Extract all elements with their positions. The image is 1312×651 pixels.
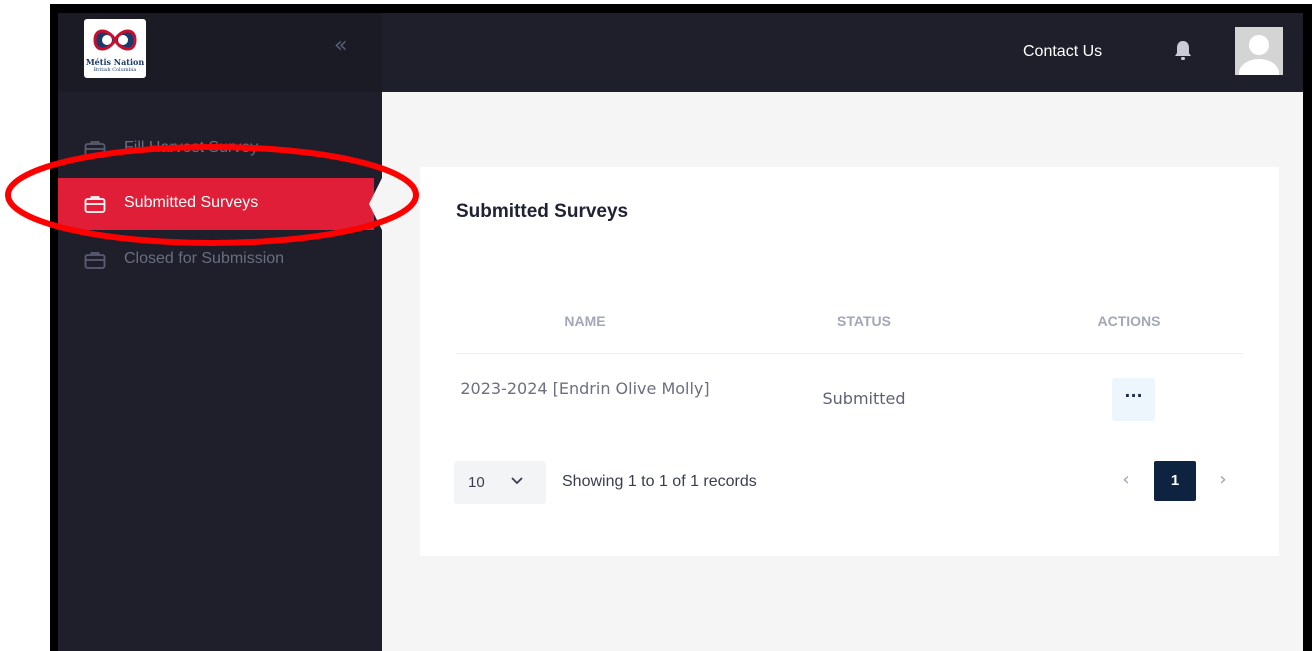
column-header-name[interactable]: NAME bbox=[456, 313, 714, 329]
sidebar: Fill Harvest Survey Submitted Surveys Cl… bbox=[58, 92, 382, 651]
app-window: Métis Nation British Columbia « Contact … bbox=[58, 13, 1303, 651]
logo-title: Métis Nation bbox=[85, 57, 145, 67]
briefcase-icon bbox=[84, 141, 106, 158]
sidebar-item-label: Fill Harvest Survey bbox=[124, 139, 259, 156]
survey-name-cell: 2023-2024 [Endrin Olive Molly] bbox=[460, 379, 710, 398]
chevron-left-icon[interactable]: ‹ bbox=[1116, 469, 1136, 493]
sidebar-item-label: Submitted Surveys bbox=[124, 194, 259, 211]
contact-us-link[interactable]: Contact Us bbox=[1023, 43, 1102, 61]
briefcase-icon bbox=[84, 252, 106, 269]
active-indicator-arrow bbox=[369, 178, 382, 230]
bell-icon[interactable] bbox=[1174, 39, 1192, 61]
header-brand-area: Métis Nation British Columbia « bbox=[58, 13, 382, 92]
submitted-surveys-card: Submitted Surveys NAME STATUS ACTIONS 20… bbox=[420, 167, 1279, 556]
user-avatar[interactable] bbox=[1235, 27, 1283, 75]
column-header-status[interactable]: STATUS bbox=[714, 313, 1014, 329]
chevron-down-icon bbox=[511, 477, 523, 485]
row-actions-menu-button[interactable]: ··· bbox=[1112, 378, 1155, 421]
survey-status-cell: Submitted bbox=[822, 389, 906, 408]
sidebar-item-closed-for-submission[interactable]: Closed for Submission bbox=[58, 234, 382, 286]
briefcase-icon bbox=[84, 196, 106, 213]
top-header: Métis Nation British Columbia « Contact … bbox=[58, 13, 1303, 92]
metis-nation-logo[interactable]: Métis Nation British Columbia bbox=[84, 19, 146, 78]
page-button-current[interactable]: 1 bbox=[1154, 461, 1196, 501]
page-title: Submitted Surveys bbox=[456, 201, 629, 222]
page-size-select[interactable]: 10 bbox=[454, 461, 546, 504]
page-size-value: 10 bbox=[468, 474, 485, 491]
chevron-right-icon[interactable]: › bbox=[1213, 469, 1233, 493]
sidebar-item-submitted-surveys[interactable]: Submitted Surveys bbox=[58, 178, 382, 230]
records-summary: Showing 1 to 1 of 1 records bbox=[562, 473, 757, 490]
infinity-emblem-icon bbox=[93, 29, 137, 51]
logo-subtitle: British Columbia bbox=[93, 67, 137, 73]
table-divider bbox=[456, 353, 1244, 354]
sidebar-item-fill-harvest-survey[interactable]: Fill Harvest Survey bbox=[58, 123, 382, 175]
double-chevron-left-icon[interactable]: « bbox=[334, 35, 356, 57]
column-header-actions: ACTIONS bbox=[1097, 313, 1161, 329]
sidebar-item-label: Closed for Submission bbox=[124, 250, 285, 267]
user-avatar-icon bbox=[1235, 27, 1283, 75]
